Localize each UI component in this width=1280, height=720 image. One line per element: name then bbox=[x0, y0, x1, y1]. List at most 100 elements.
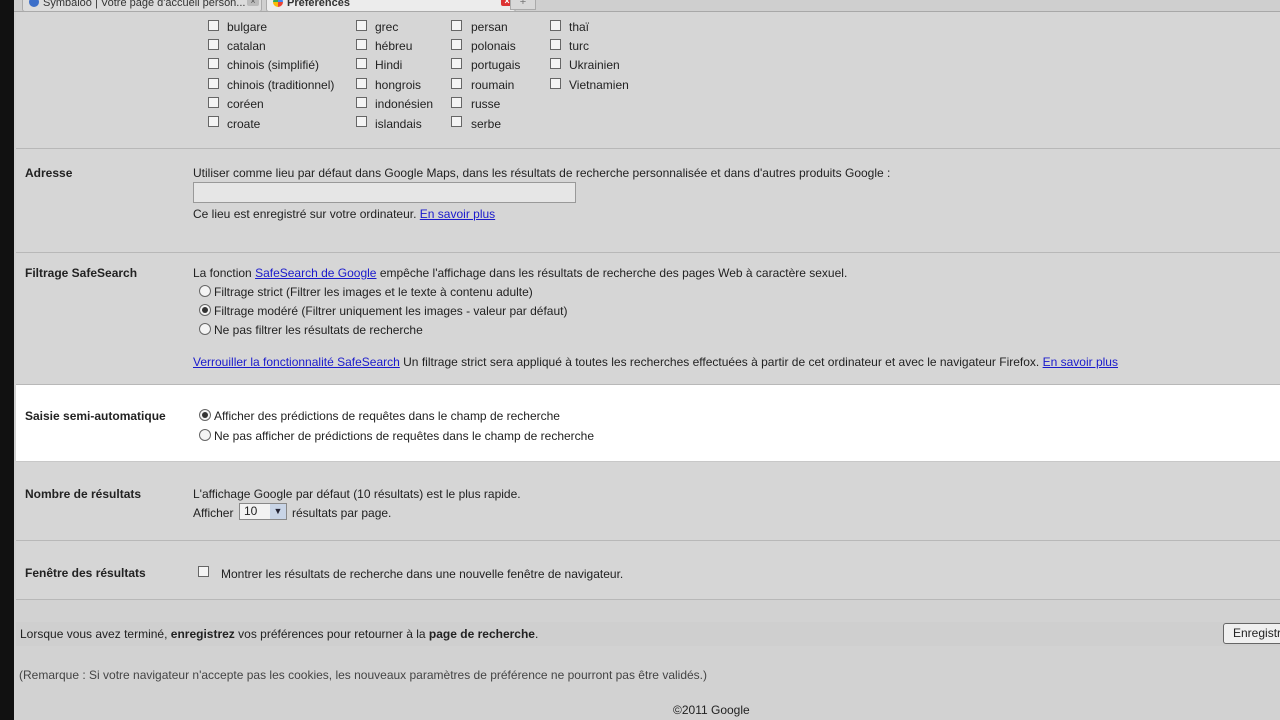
results-count-suffix: résultats par page. bbox=[292, 506, 392, 520]
lang-label: hébreu bbox=[375, 39, 413, 53]
address-learn-more-link[interactable]: En savoir plus bbox=[420, 207, 495, 221]
results-count-title: Nombre de résultats bbox=[25, 487, 142, 501]
address-input[interactable] bbox=[193, 182, 576, 203]
safesearch-lock-text: Un filtrage strict sera appliqué à toute… bbox=[403, 355, 1040, 369]
lang-checkbox[interactable] bbox=[451, 116, 462, 127]
lang-label: islandais bbox=[375, 117, 422, 131]
lang-checkbox[interactable] bbox=[356, 39, 367, 50]
results-window-label: Montrer les résultats de recherche dans … bbox=[221, 567, 624, 581]
lang-checkbox[interactable] bbox=[208, 78, 219, 89]
autocomplete-title: Saisie semi-automatique bbox=[25, 409, 166, 423]
autocomplete-hide-radio[interactable] bbox=[199, 429, 211, 441]
lang-checkbox[interactable] bbox=[208, 97, 219, 108]
safesearch-moderate-radio[interactable] bbox=[199, 304, 211, 316]
save-button[interactable]: Enregistrer bbox=[1223, 623, 1280, 644]
lang-checkbox[interactable] bbox=[356, 97, 367, 108]
autocomplete-option-label: Afficher des prédictions de requêtes dan… bbox=[214, 409, 560, 423]
lang-label: persan bbox=[471, 20, 508, 34]
lang-label: coréen bbox=[227, 97, 264, 111]
safesearch-title: Filtrage SafeSearch bbox=[25, 266, 138, 280]
safesearch-option-label: Filtrage modéré (Filtrer uniquement les … bbox=[214, 304, 568, 318]
safesearch-intro-after: empêche l'affichage dans les résultats d… bbox=[379, 266, 848, 280]
results-count-prefix: Afficher bbox=[193, 506, 234, 520]
lang-label: bulgare bbox=[227, 20, 268, 34]
lang-checkbox[interactable] bbox=[451, 20, 462, 31]
results-per-page-value: 10 bbox=[244, 504, 258, 518]
lang-label: roumain bbox=[471, 78, 515, 92]
results-window-checkbox[interactable] bbox=[198, 566, 209, 577]
lang-label: hongrois bbox=[375, 78, 422, 92]
footer-instructions: Lorsque vous avez terminé, enregistrez v… bbox=[20, 627, 538, 641]
lang-label: chinois (traditionnel) bbox=[227, 78, 335, 92]
safesearch-off-radio[interactable] bbox=[199, 323, 211, 335]
window-edge bbox=[0, 0, 14, 720]
lang-label: turc bbox=[569, 39, 590, 53]
address-section: Adresse Utiliser comme lieu par défaut d… bbox=[16, 149, 1280, 253]
safesearch-option-label: Filtrage strict (Filtrer les images et l… bbox=[214, 285, 533, 299]
tab-symbaloo[interactable]: Symbaloo | Votre page d'accueil person..… bbox=[22, 0, 262, 12]
footer-text: vos préférences pour retourner à la bbox=[238, 627, 426, 641]
tab-label: Préférences bbox=[287, 0, 350, 9]
lang-checkbox[interactable] bbox=[356, 20, 367, 31]
lang-label: russe bbox=[471, 97, 501, 111]
lang-label: serbe bbox=[471, 117, 502, 131]
lang-label: portugais bbox=[471, 58, 521, 72]
results-count-description: L'affichage Google par défaut (10 résult… bbox=[193, 487, 521, 501]
safesearch-lock-row: Verrouiller la fonctionnalité SafeSearch… bbox=[193, 355, 1118, 369]
lang-label: croate bbox=[227, 117, 261, 131]
lang-checkbox[interactable] bbox=[550, 78, 561, 89]
results-window-title: Fenêtre des résultats bbox=[25, 566, 146, 580]
lang-label: Ukrainien bbox=[569, 58, 620, 72]
autocomplete-show-radio[interactable] bbox=[199, 409, 211, 421]
tab-preferences[interactable]: Préférences × bbox=[266, 0, 516, 12]
lang-checkbox[interactable] bbox=[208, 20, 219, 31]
safesearch-strict-radio[interactable] bbox=[199, 285, 211, 297]
preferences-page: bulgare catalan chinois (simplifié) chin… bbox=[16, 12, 1280, 720]
results-per-page-select[interactable]: 10 ▼ bbox=[239, 503, 287, 520]
lang-checkbox[interactable] bbox=[550, 58, 561, 69]
safesearch-option-label: Ne pas filtrer les résultats de recherch… bbox=[214, 323, 423, 337]
address-title: Adresse bbox=[25, 166, 73, 180]
languages-section: bulgare catalan chinois (simplifié) chin… bbox=[16, 12, 1280, 149]
safesearch-intro: La fonction SafeSearch de Google empêche… bbox=[193, 266, 847, 280]
tab-label: Symbaloo | Votre page d'accueil person..… bbox=[43, 0, 246, 9]
results-window-section: Fenêtre des résultats Montrer les résult… bbox=[16, 541, 1280, 600]
footer-text-bold: page de recherche bbox=[428, 627, 535, 641]
browser-tab-bar: Symbaloo | Votre page d'accueil person..… bbox=[14, 0, 1280, 12]
safesearch-section: Filtrage SafeSearch La fonction SafeSear… bbox=[16, 253, 1280, 385]
safesearch-lock-link[interactable]: Verrouiller la fonctionnalité SafeSearch bbox=[193, 355, 400, 369]
lang-checkbox[interactable] bbox=[550, 39, 561, 50]
lang-checkbox[interactable] bbox=[451, 78, 462, 89]
footer-text: Lorsque vous avez terminé, bbox=[20, 627, 168, 641]
lang-checkbox[interactable] bbox=[208, 116, 219, 127]
address-description: Utiliser comme lieu par défaut dans Goog… bbox=[193, 166, 891, 180]
symbaloo-favicon-icon bbox=[29, 0, 39, 7]
autocomplete-option-label: Ne pas afficher de prédictions de requêt… bbox=[214, 429, 595, 443]
copyright: ©2011 Google bbox=[673, 703, 750, 717]
lang-checkbox[interactable] bbox=[208, 39, 219, 50]
lang-checkbox[interactable] bbox=[451, 58, 462, 69]
lang-checkbox[interactable] bbox=[208, 58, 219, 69]
chevron-down-icon: ▼ bbox=[270, 504, 286, 519]
lang-checkbox[interactable] bbox=[356, 58, 367, 69]
safesearch-intro-before: La fonction bbox=[193, 266, 252, 280]
lang-checkbox[interactable] bbox=[451, 97, 462, 108]
footer-text: . bbox=[534, 627, 539, 641]
address-saved-note: Ce lieu est enregistré sur votre ordinat… bbox=[193, 207, 495, 221]
lang-label: grec bbox=[375, 20, 399, 34]
safesearch-learn-more-link[interactable]: En savoir plus bbox=[1043, 355, 1118, 369]
close-tab-icon[interactable]: × bbox=[247, 0, 259, 6]
lang-label: Hindi bbox=[375, 58, 403, 72]
lang-label: polonais bbox=[471, 39, 516, 53]
new-tab-button[interactable]: + bbox=[510, 0, 536, 10]
lang-checkbox[interactable] bbox=[550, 20, 561, 31]
safesearch-google-link[interactable]: SafeSearch de Google bbox=[255, 266, 376, 280]
lang-checkbox[interactable] bbox=[451, 39, 462, 50]
lang-label: indonésien bbox=[375, 97, 434, 111]
lang-label: catalan bbox=[227, 39, 266, 53]
lang-checkbox[interactable] bbox=[356, 78, 367, 89]
autocomplete-section: Saisie semi-automatique Afficher des pré… bbox=[16, 385, 1280, 462]
google-favicon-icon bbox=[273, 0, 283, 7]
lang-checkbox[interactable] bbox=[356, 116, 367, 127]
lang-label: chinois (simplifié) bbox=[227, 58, 320, 72]
